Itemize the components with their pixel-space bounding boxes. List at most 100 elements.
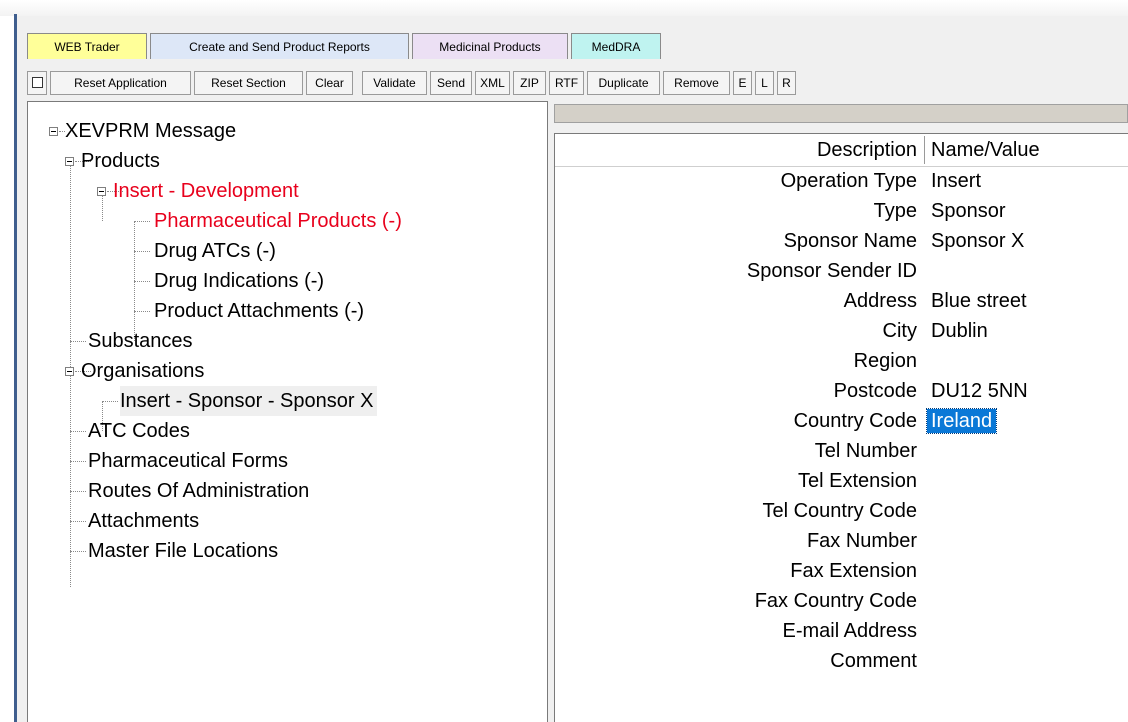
duplicate-button[interactable]: Duplicate	[587, 71, 660, 95]
property-row-operation-type[interactable]: Operation Type Insert	[555, 166, 1128, 196]
validate-button[interactable]: Validate	[362, 71, 427, 95]
collapse-toggle-icon[interactable]	[65, 367, 74, 376]
clear-button[interactable]: Clear	[306, 71, 353, 95]
tree-panel[interactable]: XEVPRM Message Products Insert - Develop…	[27, 101, 548, 722]
property-label: Operation Type	[780, 170, 917, 192]
tab-create-send-product-reports[interactable]: Create and Send Product Reports	[150, 33, 409, 59]
r-button[interactable]: R	[777, 71, 796, 95]
property-label: Region	[853, 350, 917, 372]
property-value[interactable]: Blue street	[931, 286, 1027, 316]
tree-connector	[134, 311, 150, 312]
grid-header: Description Name/Value	[555, 134, 1128, 167]
property-label: Type	[873, 200, 917, 222]
property-value[interactable]: Dublin	[931, 316, 988, 346]
zip-button[interactable]: ZIP	[513, 71, 546, 95]
tree-connector	[102, 401, 118, 402]
tree-item-pharmaceutical-forms[interactable]: Pharmaceutical Forms	[88, 446, 288, 476]
tree-item-organisations[interactable]: Organisations	[81, 356, 204, 386]
property-row-comment[interactable]: Comment	[555, 646, 1128, 676]
collapse-toggle-icon[interactable]	[49, 127, 58, 136]
xml-button[interactable]: XML	[475, 71, 510, 95]
tree-item-master-file-locations[interactable]: Master File Locations	[88, 536, 278, 566]
send-button[interactable]: Send	[430, 71, 472, 95]
collapse-toggle-icon[interactable]	[65, 157, 74, 166]
property-label: Sponsor Name	[783, 230, 917, 252]
tree-item-routes-of-administration[interactable]: Routes Of Administration	[88, 476, 309, 506]
property-label: Tel Number	[814, 440, 917, 462]
property-row-fax-extension[interactable]: Fax Extension	[555, 556, 1128, 586]
property-label: Fax Extension	[790, 560, 917, 582]
property-row-fax-number[interactable]: Fax Number	[555, 526, 1128, 556]
tree-connector	[134, 221, 150, 222]
column-header-name-value[interactable]: Name/Value	[931, 134, 1040, 166]
properties-grid[interactable]: Description Name/Value Operation Type In…	[554, 133, 1128, 722]
property-value[interactable]: Sponsor X	[931, 226, 1024, 256]
property-value-selected[interactable]: Ireland	[925, 408, 998, 434]
property-label: Postcode	[833, 380, 917, 402]
property-value[interactable]: Sponsor	[931, 196, 1006, 226]
tree-connector	[70, 341, 86, 342]
l-button[interactable]: L	[755, 71, 774, 95]
property-row-sponsor-name[interactable]: Sponsor Name Sponsor X	[555, 226, 1128, 256]
property-label: E-mail Address	[782, 620, 918, 642]
property-label: City	[882, 320, 917, 342]
property-label: Tel Country Code	[762, 500, 917, 522]
property-row-postcode[interactable]: Postcode DU12 5NN	[555, 376, 1128, 406]
tree-item-attachments[interactable]: Attachments	[88, 506, 199, 536]
tree-connector	[134, 281, 150, 282]
property-value[interactable]: Insert	[931, 166, 981, 196]
properties-header-bar	[554, 104, 1128, 123]
app-window: WEB Trader Create and Send Product Repor…	[17, 16, 1128, 722]
checkbox-button[interactable]	[27, 71, 47, 95]
screenshot-frame: WEB Trader Create and Send Product Repor…	[0, 0, 1128, 722]
tree-connector	[70, 461, 86, 462]
property-row-city[interactable]: City Dublin	[555, 316, 1128, 346]
property-label: Country Code	[793, 410, 917, 432]
property-row-region[interactable]: Region	[555, 346, 1128, 376]
property-row-address[interactable]: Address Blue street	[555, 286, 1128, 316]
property-row-tel-extension[interactable]: Tel Extension	[555, 466, 1128, 496]
tab-meddra[interactable]: MedDRA	[571, 33, 661, 59]
tree-item-xevprm-message[interactable]: XEVPRM Message	[65, 116, 236, 146]
tree-connector	[70, 491, 86, 492]
tab-web-trader[interactable]: WEB Trader	[27, 33, 147, 59]
tree-item-product-attachments[interactable]: Product Attachments (-)	[154, 296, 364, 326]
column-separator[interactable]	[924, 136, 925, 164]
remove-button[interactable]: Remove	[663, 71, 730, 95]
rtf-button[interactable]: RTF	[549, 71, 584, 95]
property-row-sponsor-sender-id[interactable]: Sponsor Sender ID	[555, 256, 1128, 286]
property-row-country-code[interactable]: Country Code Ireland	[555, 406, 1128, 436]
collapse-toggle-icon[interactable]	[97, 187, 106, 196]
property-row-type[interactable]: Type Sponsor	[555, 196, 1128, 226]
property-label: Tel Extension	[798, 470, 917, 492]
property-label: Address	[843, 290, 917, 312]
property-row-tel-country-code[interactable]: Tel Country Code	[555, 496, 1128, 526]
property-label: Fax Number	[806, 530, 917, 552]
tree-item-insert-sponsor[interactable]: Insert - Sponsor - Sponsor X	[120, 386, 378, 416]
column-header-description[interactable]: Description	[817, 134, 917, 166]
tree-item-pharmaceutical-products[interactable]: Pharmaceutical Products (-)	[154, 206, 402, 236]
tree-connector	[70, 521, 86, 522]
property-label: Sponsor Sender ID	[746, 260, 917, 282]
tree-item-drug-atcs[interactable]: Drug ATCs (-)	[154, 236, 276, 266]
tree-item-drug-indications[interactable]: Drug Indications (-)	[154, 266, 324, 296]
tab-medicinal-products[interactable]: Medicinal Products	[412, 33, 568, 59]
tree-item-products[interactable]: Products	[81, 146, 160, 176]
property-row-tel-number[interactable]: Tel Number	[555, 436, 1128, 466]
tree-connector	[70, 551, 86, 552]
reset-application-button[interactable]: Reset Application	[50, 71, 191, 95]
tree-item-atc-codes[interactable]: ATC Codes	[88, 416, 190, 446]
tree-item-substances[interactable]: Substances	[88, 326, 193, 356]
tree-connector	[70, 431, 86, 432]
property-label: Comment	[830, 650, 917, 672]
tree-connector	[134, 251, 150, 252]
reset-section-button[interactable]: Reset Section	[194, 71, 303, 95]
property-row-fax-country-code[interactable]: Fax Country Code	[555, 586, 1128, 616]
tree-item-insert-development[interactable]: Insert - Development	[113, 176, 299, 206]
property-value[interactable]: DU12 5NN	[931, 376, 1028, 406]
e-button[interactable]: E	[733, 71, 752, 95]
property-row-email-address[interactable]: E-mail Address	[555, 616, 1128, 646]
checkbox-icon	[31, 77, 43, 89]
top-edge	[0, 0, 1128, 16]
property-label: Fax Country Code	[754, 590, 917, 612]
